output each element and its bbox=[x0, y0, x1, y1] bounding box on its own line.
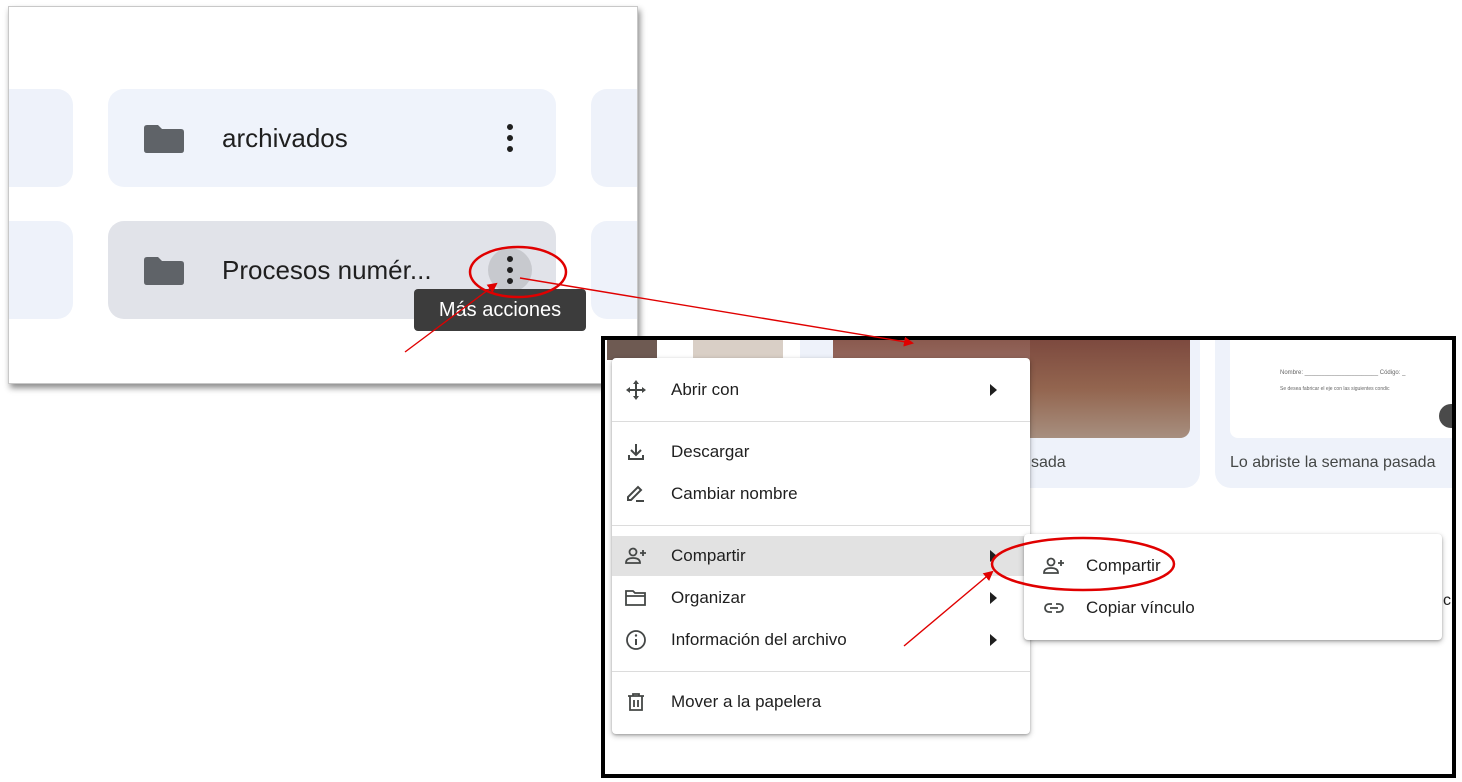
menu-divider bbox=[612, 421, 1030, 422]
link-icon bbox=[1044, 603, 1064, 613]
document-preview-line: Nombre: ______________________ Código: _ bbox=[1280, 370, 1406, 376]
folder-card-peek-right bbox=[591, 221, 637, 319]
kebab-dot bbox=[507, 256, 513, 262]
thumbnail-photo bbox=[607, 340, 657, 360]
trash-icon bbox=[628, 693, 644, 711]
menu-item-label: Descargar bbox=[671, 442, 750, 461]
submenu-item-copiar-vinculo[interactable]: Copiar vínculo bbox=[1024, 588, 1442, 628]
menu-item-label: Cambiar nombre bbox=[671, 484, 798, 503]
kebab-dot bbox=[507, 135, 513, 141]
kebab-dot bbox=[507, 278, 513, 284]
menu-item-label: Información del archivo bbox=[671, 630, 847, 649]
menu-item-mover-a-la-papelera[interactable]: Mover a la papelera bbox=[612, 682, 1030, 722]
document-preview-line: Se desea fabricar el eje con las siguien… bbox=[1280, 386, 1390, 392]
thumbnail-photo bbox=[693, 340, 783, 358]
menu-divider bbox=[612, 525, 1030, 526]
menu-item-label: Abrir con bbox=[671, 380, 740, 399]
folder-card-peek-left bbox=[9, 89, 73, 187]
submenu-item-compartir[interactable]: Compartir bbox=[1024, 546, 1442, 586]
kebab-dot bbox=[507, 146, 513, 152]
file-card-caption: sada bbox=[1031, 454, 1066, 471]
submenu-item-label: Compartir bbox=[1086, 556, 1161, 575]
share-person-add-icon bbox=[625, 547, 646, 564]
open-with-icon bbox=[626, 380, 646, 400]
info-icon bbox=[626, 630, 646, 650]
context-menu: Abrir con Descargar Cambiar nombre Compa… bbox=[612, 358, 1030, 734]
kebab-dot bbox=[507, 124, 513, 130]
menu-item-label: Mover a la papelera bbox=[671, 692, 822, 711]
menu-item-descargar[interactable]: Descargar bbox=[612, 432, 1030, 472]
folder-card-peek-left bbox=[9, 221, 73, 319]
submenu-arrow-icon bbox=[990, 592, 997, 604]
menu-item-cambiar-nombre[interactable]: Cambiar nombre bbox=[612, 474, 1030, 514]
thumbnail-photo bbox=[1030, 340, 1190, 438]
kebab-dot bbox=[507, 267, 513, 273]
menu-item-label: Compartir bbox=[671, 546, 746, 565]
submenu-item-label: Copiar vínculo bbox=[1086, 598, 1195, 617]
avatar bbox=[1439, 404, 1452, 428]
menu-item-compartir[interactable]: Compartir bbox=[612, 536, 1030, 576]
folder-name: Procesos numér... bbox=[222, 255, 432, 285]
share-person-add-icon bbox=[1043, 557, 1064, 574]
more-actions-button[interactable] bbox=[488, 248, 532, 292]
file-card-caption: Lo abriste la semana pasada bbox=[1230, 454, 1436, 471]
menu-item-label: Organizar bbox=[671, 588, 746, 607]
folder-card-peek-right bbox=[591, 89, 637, 187]
folder-name: archivados bbox=[222, 123, 348, 153]
folder-icon bbox=[144, 257, 184, 285]
folder-open-icon bbox=[625, 590, 646, 606]
submenu-arrow-icon bbox=[990, 550, 997, 562]
submenu-arrow-icon bbox=[990, 384, 997, 396]
menu-divider bbox=[612, 671, 1030, 672]
menu-item-abrir-con[interactable]: Abrir con bbox=[612, 370, 1030, 410]
folder-icon bbox=[144, 125, 184, 153]
menu-item-informacion-del-archivo[interactable]: Información del archivo bbox=[612, 620, 1030, 660]
submenu-arrow-icon bbox=[990, 634, 997, 646]
partial-text: c bbox=[1443, 592, 1451, 609]
more-actions-button[interactable] bbox=[488, 116, 532, 160]
tooltip-mas-acciones: Más acciones bbox=[414, 289, 586, 331]
context-menu-panel: sada Nombre: ______________________ Códi… bbox=[601, 336, 1456, 778]
rename-icon bbox=[627, 485, 644, 502]
menu-item-organizar[interactable]: Organizar bbox=[612, 578, 1030, 618]
download-icon bbox=[628, 444, 644, 460]
document-preview: Nombre: ______________________ Código: _… bbox=[1230, 340, 1452, 438]
share-submenu: Compartir Copiar vínculo bbox=[1024, 534, 1442, 640]
folder-card-archivados[interactable]: archivados bbox=[108, 89, 556, 187]
